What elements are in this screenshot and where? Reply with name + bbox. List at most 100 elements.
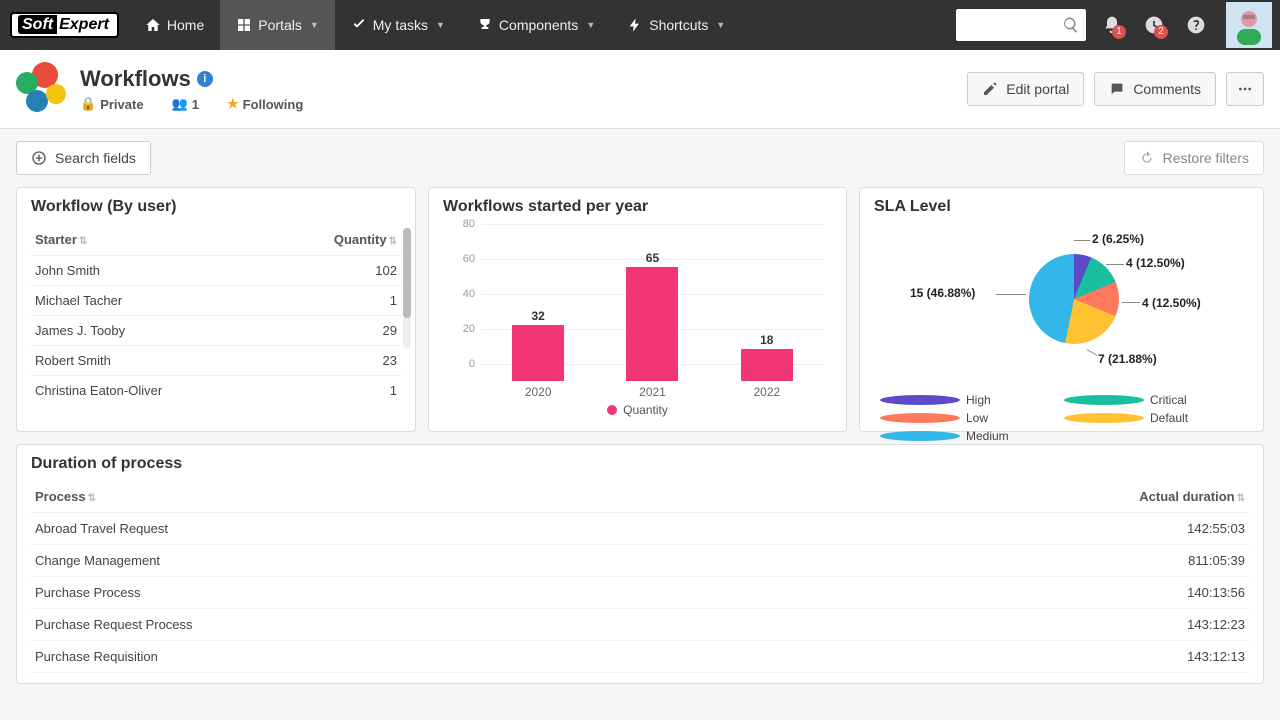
help-icon xyxy=(1186,15,1206,35)
comment-icon xyxy=(1109,81,1125,97)
legend-label: Quantity xyxy=(623,403,668,417)
table-row[interactable]: Robert Smith23 xyxy=(31,345,401,375)
people-icon: 👥 xyxy=(172,96,188,112)
more-button[interactable] xyxy=(1226,72,1264,106)
xtick: 2022 xyxy=(753,385,780,399)
cell-duration: 143:12:23 xyxy=(1125,617,1245,632)
comments-label: Comments xyxy=(1133,81,1201,97)
table-row[interactable]: Purchase Requisition143:12:13 xyxy=(31,641,1249,673)
comments-button[interactable]: Comments xyxy=(1094,72,1216,106)
members-count: 1 xyxy=(192,97,199,112)
col-starter-header[interactable]: Starter⇅ xyxy=(35,232,327,247)
bar[interactable]: 32 xyxy=(498,309,578,381)
pencil-icon xyxy=(982,81,998,97)
panel-sla-level: SLA Level 2 (6.25%) 4 (12.50%) 4 (12.50%… xyxy=(859,187,1264,432)
table-row[interactable]: Michael Tacher1 xyxy=(31,285,401,315)
table-row[interactable]: Change Management811:05:39 xyxy=(31,545,1249,577)
scrollbar[interactable] xyxy=(403,228,411,348)
legend-item[interactable]: High xyxy=(880,393,1046,407)
panel-sla-title: SLA Level xyxy=(874,198,1249,216)
col-duration-header[interactable]: Actual duration⇅ xyxy=(1125,489,1245,504)
pie[interactable] xyxy=(1029,254,1119,344)
legend-label: Medium xyxy=(966,429,1046,443)
logo[interactable]: SoftExpert xyxy=(0,0,129,50)
clock-badge: 2 xyxy=(1154,25,1168,39)
search-fields-label: Search fields xyxy=(55,150,136,166)
legend-item[interactable]: Critical xyxy=(1064,393,1230,407)
bar-value: 65 xyxy=(646,251,659,265)
legend-label: Low xyxy=(966,411,1046,425)
cell-qty: 29 xyxy=(327,323,397,338)
caret-down-icon: ▼ xyxy=(310,20,319,30)
col-qty-header[interactable]: Quantity⇅ xyxy=(327,232,397,247)
panels: Workflow (By user) Starter⇅ Quantity⇅ Jo… xyxy=(0,187,1280,700)
nav-components-label: Components xyxy=(499,17,578,33)
avatar-icon xyxy=(1229,5,1269,45)
nav-portals[interactable]: Portals ▼ xyxy=(220,0,335,50)
nav-mytasks-label: My tasks xyxy=(373,17,428,33)
following-indicator[interactable]: ★Following xyxy=(227,96,303,112)
cell-process: Purchase Request Process xyxy=(35,617,1125,632)
restore-filters-label: Restore filters xyxy=(1163,150,1249,166)
privacy-label: Private xyxy=(100,97,143,112)
table-row[interactable]: Christina Eaton-Oliver1 xyxy=(31,375,401,405)
home-icon xyxy=(145,17,161,33)
nav-shortcuts-label: Shortcuts xyxy=(649,17,708,33)
page-header: Workflows i 🔒Private 👥1 ★Following Edit … xyxy=(0,50,1280,129)
plus-circle-icon xyxy=(31,150,47,166)
table-row[interactable]: Abroad Travel Request142:55:03 xyxy=(31,513,1249,545)
legend-swatch xyxy=(880,413,960,423)
cell-process: Purchase Requisition xyxy=(35,649,1125,664)
cell-starter: James J. Tooby xyxy=(35,323,327,338)
bar[interactable]: 65 xyxy=(612,251,692,381)
duration-table: Process⇅ Actual duration⇅ Abroad Travel … xyxy=(31,481,1249,673)
pending-button[interactable]: 2 xyxy=(1138,9,1170,41)
nav-home[interactable]: Home xyxy=(129,0,220,50)
legend-swatch xyxy=(1064,413,1144,423)
xtick: 2020 xyxy=(525,385,552,399)
notifications-button[interactable]: 1 xyxy=(1096,9,1128,41)
sla-legend: High Critical Low Default Medium xyxy=(874,393,1249,443)
legend-item[interactable]: Medium xyxy=(880,429,1046,443)
check-icon xyxy=(351,17,367,33)
sort-icon: ⇅ xyxy=(88,493,96,504)
nav-mytasks[interactable]: My tasks ▼ xyxy=(335,0,461,50)
search-fields-button[interactable]: Search fields xyxy=(16,141,151,175)
user-avatar[interactable] xyxy=(1226,2,1272,48)
table-row[interactable]: Purchase Request Process143:12:23 xyxy=(31,609,1249,641)
bar[interactable]: 18 xyxy=(727,333,807,381)
restore-filters-button[interactable]: Restore filters xyxy=(1124,141,1264,175)
ytick: 60 xyxy=(451,253,475,265)
caret-down-icon: ▼ xyxy=(716,20,725,30)
global-search[interactable] xyxy=(956,9,1086,41)
nav-components[interactable]: Components ▼ xyxy=(461,0,611,50)
following-label: Following xyxy=(243,97,304,112)
pie-label: 7 (21.88%) xyxy=(1098,352,1157,366)
nav-shortcuts[interactable]: Shortcuts ▼ xyxy=(611,0,741,50)
cell-qty: 23 xyxy=(327,353,397,368)
legend-swatch xyxy=(880,431,960,441)
table-row[interactable]: Purchase Process140:13:56 xyxy=(31,577,1249,609)
col-process-header[interactable]: Process⇅ xyxy=(35,489,1125,504)
legend-swatch xyxy=(1064,395,1144,405)
page-title-text: Workflows xyxy=(80,66,191,92)
legend-item[interactable]: Default xyxy=(1064,411,1230,425)
pie-label: 4 (12.50%) xyxy=(1142,296,1201,310)
help-button[interactable] xyxy=(1180,9,1212,41)
cell-starter: John Smith xyxy=(35,263,327,278)
pie-label: 2 (6.25%) xyxy=(1092,232,1144,246)
scroll-thumb[interactable] xyxy=(403,228,411,318)
info-icon[interactable]: i xyxy=(197,71,213,87)
edit-portal-button[interactable]: Edit portal xyxy=(967,72,1084,106)
table-row[interactable]: John Smith102 xyxy=(31,255,401,285)
legend-item[interactable]: Low xyxy=(880,411,1046,425)
cell-duration: 142:55:03 xyxy=(1125,521,1245,536)
page-title: Workflows i xyxy=(80,66,303,92)
panel-workflows-per-year: Workflows started per year 80 60 40 20 0… xyxy=(428,187,847,432)
nav-home-label: Home xyxy=(167,17,204,33)
legend-swatch xyxy=(880,395,960,405)
table-row[interactable]: James J. Tooby29 xyxy=(31,315,401,345)
dots-icon xyxy=(1237,81,1253,97)
members-indicator[interactable]: 👥1 xyxy=(172,96,199,112)
panel-year-title: Workflows started per year xyxy=(443,198,832,216)
